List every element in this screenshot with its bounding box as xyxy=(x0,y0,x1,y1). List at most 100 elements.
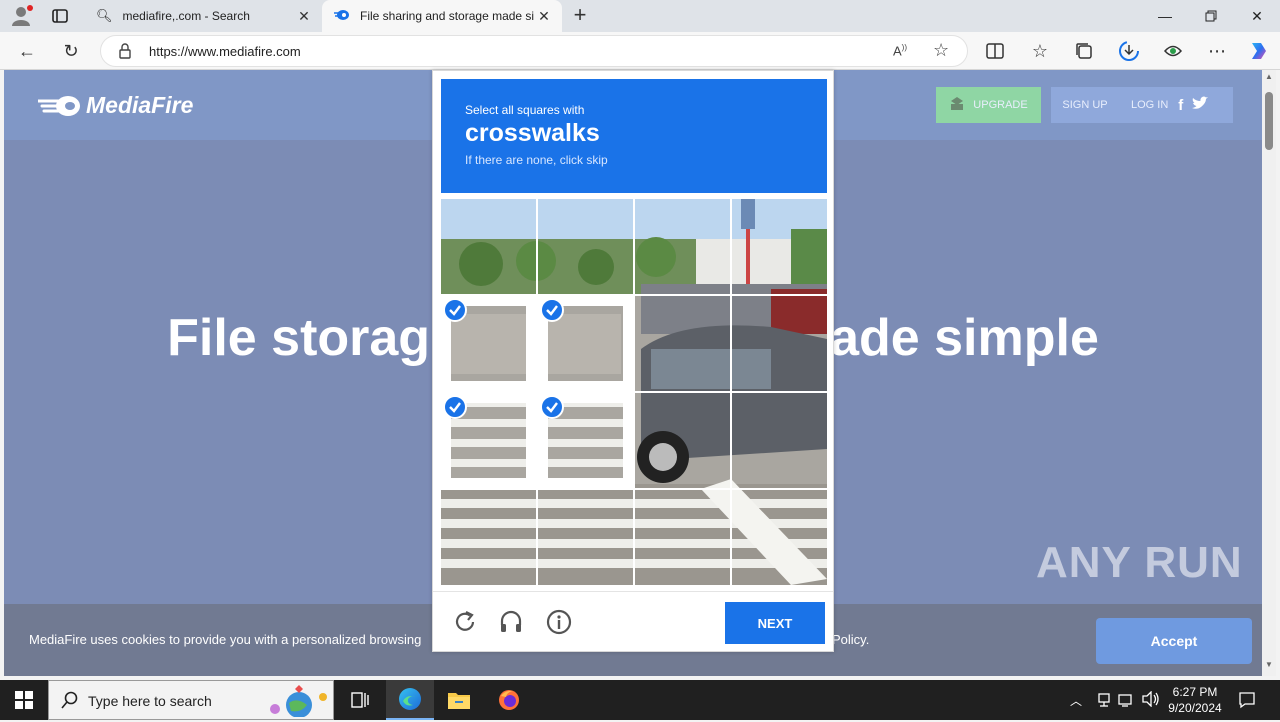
file-explorer-icon[interactable] xyxy=(435,680,483,720)
new-tab-icon[interactable]: + xyxy=(568,4,592,28)
captcha-tile-image xyxy=(732,490,827,585)
more-icon[interactable]: ⋯ xyxy=(1202,36,1232,66)
captcha-tile[interactable] xyxy=(441,393,536,488)
captcha-tile[interactable] xyxy=(441,296,536,391)
windows-start-icon[interactable] xyxy=(0,680,48,720)
captcha-hint: If there are none, click skip xyxy=(465,153,608,167)
login-label: LOG IN xyxy=(1131,99,1169,111)
captcha-tile[interactable] xyxy=(732,393,827,488)
volume-icon[interactable] xyxy=(1142,690,1160,712)
captcha-tile[interactable] xyxy=(732,296,827,391)
captcha-tile[interactable] xyxy=(635,199,730,294)
captcha-tile-image xyxy=(635,490,730,585)
collections-icon[interactable] xyxy=(1069,36,1099,66)
signup-button[interactable]: SIGN UP xyxy=(1051,87,1119,123)
close-icon[interactable]: ✕ xyxy=(1234,0,1280,32)
split-screen-icon[interactable] xyxy=(980,36,1010,66)
tab-actions-icon[interactable] xyxy=(50,6,70,26)
captcha-tile-image xyxy=(538,199,633,294)
browser-tab-bar: 🔍︎ mediafire,.com - Search ✕ File sharin… xyxy=(0,0,1280,32)
firefox-icon[interactable] xyxy=(485,680,533,720)
captcha-tile-image xyxy=(635,296,730,391)
captcha-tile[interactable] xyxy=(441,490,536,585)
address-bar-row: ← ↻ https://www.mediafire.com A)) ☆ ☆ ⋯ xyxy=(0,32,1280,70)
captcha-tile[interactable] xyxy=(538,199,633,294)
captcha-image-grid xyxy=(441,199,827,585)
captcha-tile[interactable] xyxy=(732,490,827,585)
captcha-footer: NEXT xyxy=(433,591,833,651)
captcha-tile[interactable] xyxy=(538,393,633,488)
search-highlight-icon xyxy=(261,685,331,722)
captcha-tile[interactable] xyxy=(635,393,730,488)
tab-title: mediafire,.com - Search xyxy=(122,9,250,23)
tab-mediafire[interactable]: File sharing and storage made sin ✕ xyxy=(322,0,562,32)
twitter-icon[interactable] xyxy=(1191,96,1209,114)
logo-text: MediaFire xyxy=(86,92,194,118)
captcha-dialog: Select all squares with crosswalks If th… xyxy=(432,70,834,652)
audio-icon[interactable] xyxy=(497,608,525,636)
network-icon[interactable] xyxy=(1096,692,1112,713)
refresh-icon[interactable]: ↻ xyxy=(56,36,86,66)
login-button[interactable]: LOG IN f xyxy=(1119,87,1233,123)
captcha-header: Select all squares with crosswalks If th… xyxy=(441,79,827,193)
display-icon[interactable] xyxy=(1118,692,1134,713)
facebook-icon[interactable]: f xyxy=(1178,97,1183,114)
downloads-icon[interactable] xyxy=(1114,36,1144,66)
mediafire-logo[interactable]: MediaFire xyxy=(38,92,193,119)
read-aloud-icon[interactable]: A)) xyxy=(893,43,907,58)
tab-title: File sharing and storage made sin xyxy=(360,9,534,23)
restore-icon[interactable] xyxy=(1188,0,1234,32)
captcha-tile-image xyxy=(441,490,536,585)
upgrade-icon xyxy=(949,96,965,115)
copilot-icon[interactable] xyxy=(1244,36,1274,66)
upgrade-button[interactable]: UPGRADE xyxy=(936,87,1041,123)
lock-icon[interactable] xyxy=(119,43,131,64)
favorite-star-icon[interactable]: ☆ xyxy=(933,40,949,61)
notification-icon[interactable] xyxy=(1238,691,1256,714)
captcha-tile-image xyxy=(732,393,827,488)
system-clock[interactable]: 6:27 PM 9/20/2024 xyxy=(1160,684,1230,716)
refresh-icon[interactable] xyxy=(451,608,479,636)
checkmark-icon xyxy=(540,395,564,419)
captcha-tile[interactable] xyxy=(538,296,633,391)
captcha-target: crosswalks xyxy=(465,119,600,147)
search-placeholder: Type here to search xyxy=(88,693,212,709)
captcha-tile[interactable] xyxy=(635,490,730,585)
checkmark-icon xyxy=(443,298,467,322)
minimize-icon[interactable]: — xyxy=(1142,0,1188,32)
close-tab-icon[interactable]: ✕ xyxy=(294,8,314,25)
hero-text-right: ade simple xyxy=(830,309,1099,367)
task-view-icon[interactable] xyxy=(336,680,384,720)
chevron-up-icon[interactable]: ︿ xyxy=(1070,692,1082,709)
hero-text-left: File storag xyxy=(167,309,431,367)
scroll-up-icon[interactable]: ▲ xyxy=(1265,72,1273,81)
clock-date: 9/20/2024 xyxy=(1168,701,1222,715)
captcha-tile-image xyxy=(441,199,536,294)
signup-label: SIGN UP xyxy=(1062,99,1108,111)
page-scrollbar[interactable]: ▲ ▼ xyxy=(1262,70,1276,676)
edge-icon[interactable] xyxy=(386,680,434,720)
captcha-tile-image xyxy=(732,199,827,294)
next-button[interactable]: NEXT xyxy=(725,602,825,644)
taskbar-search[interactable]: Type here to search xyxy=(48,680,334,720)
cookie-text: MediaFire uses cookies to provide you wi… xyxy=(29,632,422,647)
scroll-thumb[interactable] xyxy=(1265,92,1273,150)
info-icon[interactable] xyxy=(545,608,573,636)
flame-icon xyxy=(38,95,80,116)
captcha-tile[interactable] xyxy=(635,296,730,391)
captcha-tile[interactable] xyxy=(538,490,633,585)
tab-search[interactable]: 🔍︎ mediafire,.com - Search ✕ xyxy=(84,0,322,32)
close-tab-icon[interactable]: ✕ xyxy=(534,8,554,25)
url-field[interactable]: https://www.mediafire.com A)) ☆ xyxy=(100,35,968,67)
favorites-icon[interactable]: ☆ xyxy=(1025,36,1055,66)
back-icon[interactable]: ← xyxy=(12,36,42,66)
accept-cookies-button[interactable]: Accept xyxy=(1096,618,1252,664)
scroll-down-icon[interactable]: ▼ xyxy=(1265,660,1273,669)
checkmark-icon xyxy=(540,298,564,322)
captcha-tile[interactable] xyxy=(732,199,827,294)
captcha-tile-image xyxy=(732,296,827,391)
extensions-icon[interactable] xyxy=(1158,36,1188,66)
windows-taskbar: Type here to search ︿ 6:27 PM 9/20/2024 xyxy=(0,680,1280,720)
captcha-tile[interactable] xyxy=(441,199,536,294)
profile-icon[interactable] xyxy=(8,4,36,28)
